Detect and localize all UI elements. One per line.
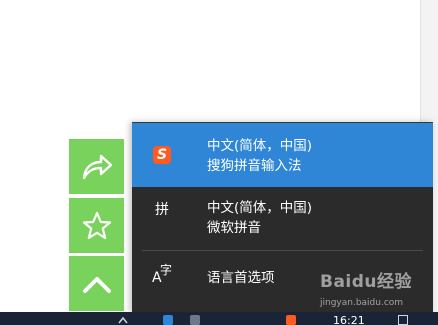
input-method-name: 微软拼音 — [207, 220, 261, 236]
share-button[interactable] — [69, 139, 124, 194]
language-icon-zi: 字 — [160, 263, 173, 277]
screen: S 中文(简体，中国) 搜狗拼音输入法 拼 中文(简体，中国) 微软拼音 A 字 — [0, 0, 438, 325]
menu-divider — [142, 250, 423, 251]
back-to-top-button[interactable] — [69, 256, 124, 311]
input-method-name: 搜狗拼音输入法 — [207, 158, 302, 174]
baidu-watermark: Baidu经验 jingyan.baidu.com — [320, 272, 430, 312]
language-name: 中文(简体，中国) — [207, 138, 313, 154]
microsoft-pinyin-icon: 拼 — [155, 202, 169, 218]
chevron-up-icon[interactable] — [118, 315, 128, 325]
watermark-brand: Baidu经验 — [320, 272, 413, 292]
language-preferences-label: 语言首选项 — [207, 270, 275, 286]
favorite-button[interactable] — [69, 198, 124, 253]
menu-item-label: 中文(简体，中国) 搜狗拼音输入法 — [207, 136, 312, 176]
watermark-url: jingyan.baidu.com — [320, 298, 404, 308]
sogou-icon: S — [152, 145, 172, 165]
menu-item-label: 中文(简体，中国) 微软拼音 — [207, 198, 312, 238]
language-name: 中文(简体，中国) — [207, 200, 313, 216]
speaker-icon[interactable] — [190, 315, 200, 325]
star-icon — [82, 211, 111, 239]
share-icon — [82, 154, 112, 179]
notification-icon[interactable] — [398, 315, 408, 325]
sogou-tray-icon[interactable] — [286, 315, 296, 325]
network-icon[interactable] — [163, 315, 173, 325]
menu-item-microsoft-pinyin[interactable]: 拼 中文(简体，中国) 微软拼音 — [132, 187, 433, 249]
taskbar-clock[interactable]: 16:21 — [333, 315, 365, 325]
menu-item-sogou-pinyin[interactable]: S 中文(简体，中国) 搜狗拼音输入法 — [132, 123, 433, 187]
taskbar: 16:21 — [0, 312, 438, 325]
chevron-up-icon — [82, 276, 111, 293]
language-icon: A 字 — [152, 263, 173, 286]
